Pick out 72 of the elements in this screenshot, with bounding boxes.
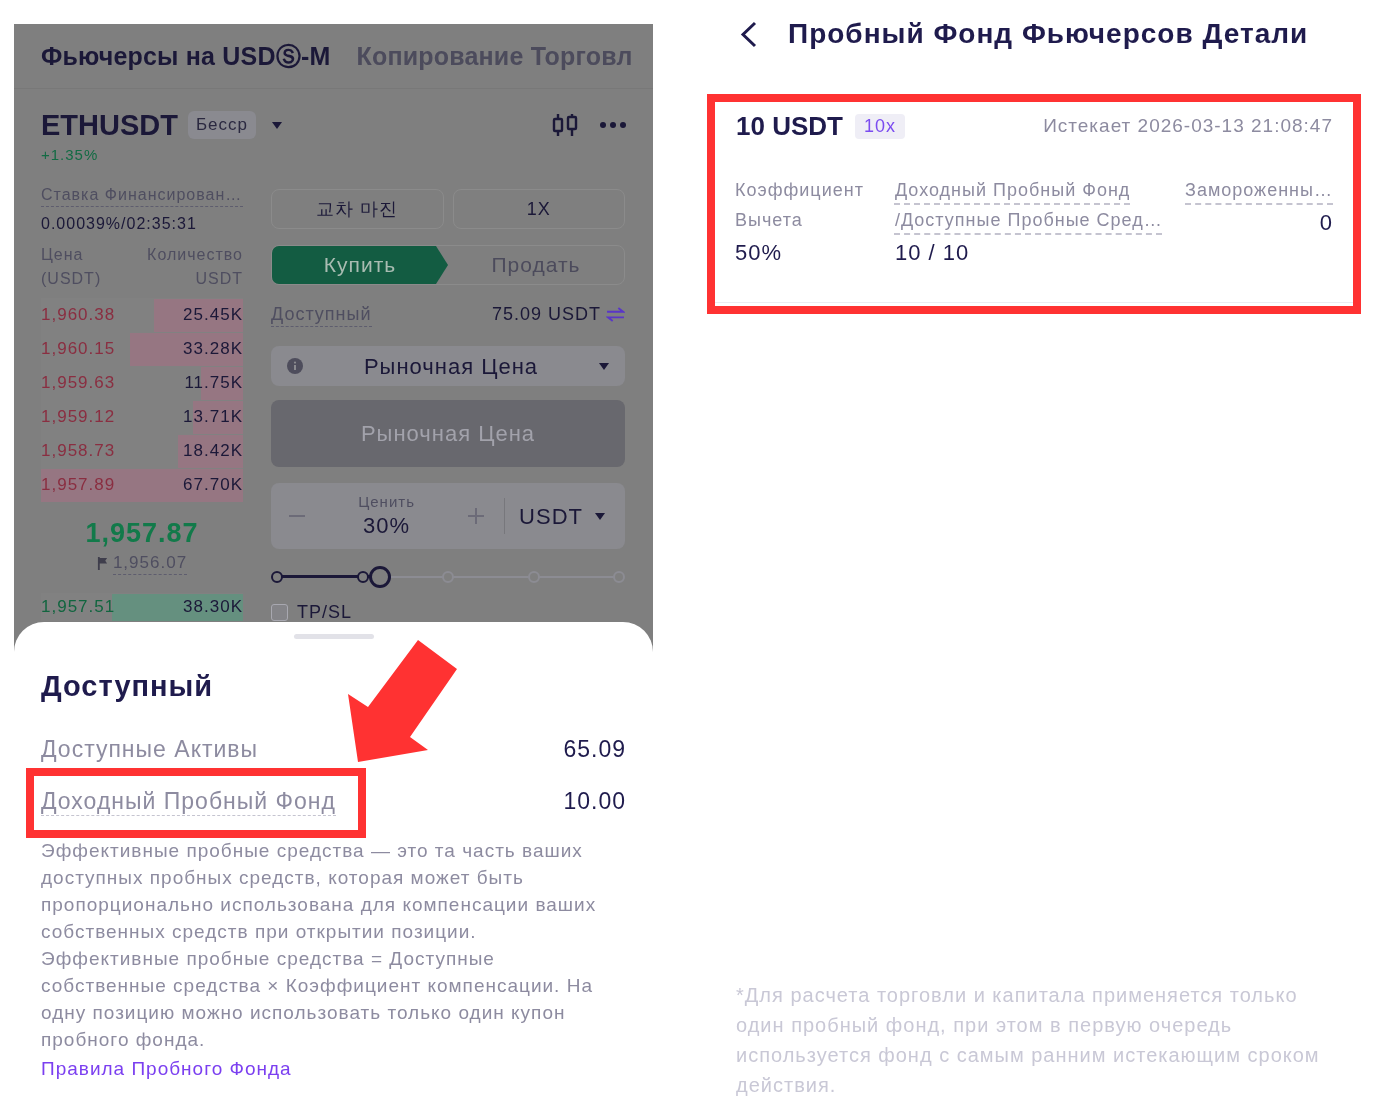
checkbox-label: TP/SL [297, 603, 353, 621]
ask-amount: 13.71K [183, 406, 243, 429]
slider-stop[interactable] [271, 571, 283, 583]
field-label: Доходный Пробный Фонд [894, 179, 1132, 202]
caret-icon [599, 362, 609, 370]
contract-badge: Бесср [187, 111, 257, 139]
last-price: 1,957.87 [84, 517, 200, 550]
field-label: Коэффициент Вычета [735, 179, 865, 232]
available-value: 75.09 USDT [491, 303, 601, 326]
ask-amount: 11.75K [184, 372, 243, 395]
funding-rate-value: 0.00039%/02:35:31 [41, 214, 198, 234]
sheet-title: Доступный [41, 669, 214, 704]
field-label: /Доступные Пробные Сред… [894, 209, 1164, 232]
order-book-row[interactable]: 1,959.63 11.75K [41, 366, 243, 400]
rules-link[interactable]: Правила Пробного Фонда [41, 1055, 292, 1082]
candlestick-icon[interactable] [552, 113, 578, 137]
row-label: Доходный Пробный Фонд [41, 787, 336, 816]
order-book-row[interactable]: 1,957.89 67.70K [41, 468, 243, 502]
page-title: Пробный Фонд Фьючерсов Детали [788, 17, 1309, 51]
back-icon[interactable] [740, 20, 757, 48]
ask-price: 1,960.38 [41, 304, 116, 327]
unit-dropdown[interactable]: USDT [519, 499, 605, 533]
fund-amount: 10 USDT [736, 110, 843, 142]
margin-button[interactable]: 1X [452, 189, 625, 229]
multiplier-badge: 10x [854, 113, 905, 139]
slider-track[interactable] [271, 565, 625, 589]
ask-price: 1,958.73 [41, 440, 116, 463]
margin-button[interactable]: 교차 마진 [271, 189, 444, 229]
row-value: 10.00 [563, 787, 626, 815]
ask-price: 1,959.12 [41, 406, 116, 429]
explanation-text: Эффективные пробные средства — это та часть ваших доступных пробных средств, которая может быть пропорционально использована для компенсации ваших собственных средств при открытии позиции. Эффективные пробные средства = Доступные собственные средства × Коэффициент компенсации. На одну позицию можно использовать только один купон пробного фонда. [41, 839, 598, 1052]
more-icon[interactable] [600, 122, 626, 128]
ask-amount: 67.70K [183, 474, 243, 497]
ask-amount: 18.42K [183, 440, 243, 463]
amount-value: 30% [363, 512, 411, 540]
field-label: Замороженны… [1185, 179, 1333, 202]
side-tab[interactable]: Купить [272, 246, 448, 284]
order-book-row[interactable]: 1,958.73 18.42K [41, 434, 243, 468]
order-book-row[interactable]: 1,960.38 25.45K [41, 298, 243, 332]
row-value: 65.09 [563, 735, 626, 763]
slider-thumb[interactable] [368, 566, 391, 588]
info-icon [287, 358, 303, 374]
bid-price: 1,957.51 [41, 596, 116, 619]
tab[interactable]: Фьючерсы на USDⓈ-M [41, 41, 331, 71]
unit-label: USDT [519, 502, 583, 531]
amount-field[interactable]: Ценить 30% USDT [271, 483, 625, 549]
order-type-value: Рыночная Цена [362, 352, 540, 381]
field-value: 0 [1318, 209, 1333, 237]
ask-price: 1,959.63 [41, 372, 116, 395]
bid-amount: 38.30K [183, 596, 243, 619]
field-value: 50% [735, 239, 784, 267]
ask-price: 1,957.89 [41, 474, 116, 497]
order-book-row[interactable]: 1,959.12 13.71K [41, 400, 243, 434]
ask-amount: 25.45K [183, 304, 243, 327]
symbol-name[interactable]: ETHUSDT [41, 107, 178, 143]
row-label: Доступные Активы [41, 735, 259, 763]
ask-amount: 33.28K [183, 338, 243, 361]
expiry-date: Истекает 2026-03-13 21:08:47 [1043, 113, 1333, 138]
order-book-row[interactable]: 1,960.15 33.28K [41, 332, 243, 366]
order-book-row[interactable]: 1,957.51 38.30K [41, 593, 243, 621]
caret-icon[interactable] [272, 121, 283, 129]
price-change: +1.35% [41, 145, 99, 165]
tpsl-checkbox[interactable] [271, 603, 288, 621]
flag-icon [96, 556, 108, 570]
caret-icon [595, 512, 605, 520]
field-value: 10 / 10 [894, 239, 971, 267]
drag-handle[interactable] [293, 634, 374, 639]
slider-stop[interactable] [356, 571, 369, 583]
order-type-select[interactable]: Рыночная Цена [271, 346, 625, 386]
amount-label: Ценить [358, 492, 415, 512]
plus-icon [468, 508, 485, 524]
ask-price: 1,960.15 [41, 338, 116, 361]
